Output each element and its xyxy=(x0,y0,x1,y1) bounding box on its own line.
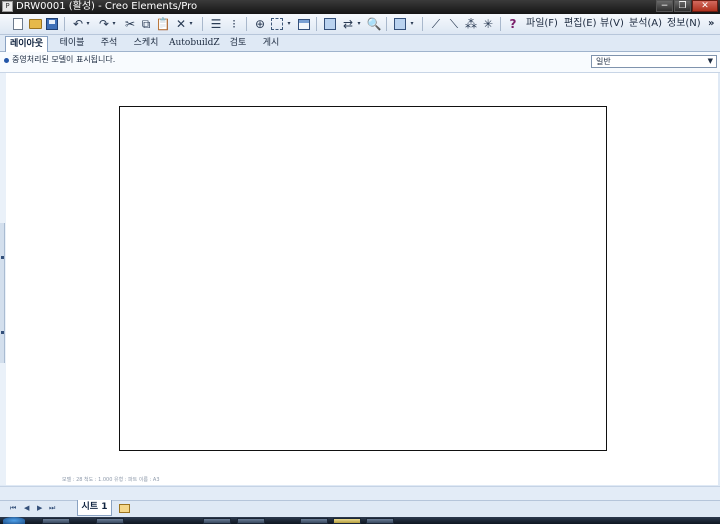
datum-csys-icon[interactable]: ✳ xyxy=(480,16,496,32)
title-bar: P DRW0001 (활성) - Creo Elements/Pro − ❐ ✕ xyxy=(0,0,720,14)
window-title: DRW0001 (활성) - Creo Elements/Pro xyxy=(16,1,198,12)
taskbar-button[interactable] xyxy=(203,518,231,524)
cut-icon[interactable]: ✂ xyxy=(122,16,138,32)
close-button[interactable]: ✕ xyxy=(692,0,718,12)
paste-icon[interactable]: 📋 xyxy=(155,16,171,32)
menu-view[interactable]: 뷰(V) xyxy=(600,14,624,34)
message-area: 중영처리된 모델이 표시됩니다. 일반 ▼ xyxy=(0,52,720,73)
tab-layout[interactable]: 레이아웃 xyxy=(5,36,48,52)
undo-dropdown-icon[interactable]: ▾ xyxy=(84,16,92,32)
delete-dropdown-icon[interactable]: ▾ xyxy=(187,16,195,32)
tab-table[interactable]: 테이블 xyxy=(54,36,90,51)
minimize-button[interactable]: − xyxy=(656,0,673,12)
filter-value: 일반 xyxy=(596,57,611,66)
layer-icon[interactable]: ☰ xyxy=(208,16,224,32)
chevron-down-icon: ▼ xyxy=(707,57,713,65)
help-icon[interactable]: ? xyxy=(505,16,521,32)
menu-info[interactable]: 정보(N) xyxy=(667,14,701,34)
window-icon[interactable] xyxy=(296,16,312,32)
main-toolbar: ↶ ▾ ↷ ▾ ✂ ⧉ 📋 ✕ ▾ ☰ ⁝ ⊕ ▾ ⇄ ▾ 🔍 ▾ ⟋ ⟍ ⁂ … xyxy=(0,14,720,35)
next-sheet-icon[interactable]: ▶ xyxy=(37,504,42,512)
first-sheet-icon[interactable]: ⏮ xyxy=(10,504,16,513)
selection-filter-dropdown[interactable]: 일반 ▼ xyxy=(591,55,717,68)
sheet-tab-bar: ⏮ ◀ ▶ ⏭ 시트 1 xyxy=(0,500,720,518)
tree-icon[interactable]: ⁝ xyxy=(226,16,242,32)
last-sheet-icon[interactable]: ⏭ xyxy=(49,504,55,513)
ribbon-tabs: 레이아웃 테이블 주석 스케치 AutobuildZ 검토 게시 xyxy=(0,35,720,52)
regenerate-icon[interactable] xyxy=(322,16,338,32)
restore-button[interactable]: ❐ xyxy=(674,0,691,12)
display-dropdown-icon[interactable]: ▾ xyxy=(408,16,416,32)
repaint-icon[interactable]: ⇄ xyxy=(340,16,356,32)
redo-dropdown-icon[interactable]: ▾ xyxy=(110,16,118,32)
os-taskbar xyxy=(0,517,720,524)
tab-sketch[interactable]: 스케치 xyxy=(128,36,164,51)
drawing-sheet-border xyxy=(119,106,607,451)
status-message: 중영처리된 모델이 표시됩니다. xyxy=(12,55,116,64)
open-icon[interactable] xyxy=(27,16,43,32)
save-icon[interactable] xyxy=(44,16,60,32)
message-bullet-icon xyxy=(4,58,9,63)
menu-file[interactable]: 파일(F) xyxy=(526,14,558,34)
repaint-dropdown-icon[interactable]: ▾ xyxy=(355,16,363,32)
drawing-canvas[interactable] xyxy=(6,73,718,485)
navigator-sash[interactable] xyxy=(0,223,5,308)
previous-sheet-icon[interactable]: ◀ xyxy=(24,504,29,512)
start-button[interactable] xyxy=(3,517,25,524)
taskbar-button[interactable] xyxy=(42,518,70,524)
tab-annotate[interactable]: 주석 xyxy=(95,36,123,51)
new-sheet-icon[interactable] xyxy=(119,504,130,513)
select-dropdown-icon[interactable]: ▾ xyxy=(285,16,293,32)
copy-icon[interactable]: ⧉ xyxy=(138,16,154,32)
sash-grip-icon xyxy=(1,331,4,334)
datum-axis-icon[interactable]: ⟍ xyxy=(446,16,462,32)
taskbar-button[interactable] xyxy=(366,518,394,524)
display-style-icon[interactable] xyxy=(392,16,408,32)
sheet-tab-1[interactable]: 시트 1 xyxy=(77,500,112,516)
horizontal-scroll-area xyxy=(0,486,720,501)
datum-plane-icon[interactable]: ⟋ xyxy=(428,16,444,32)
zoom-icon[interactable]: 🔍 xyxy=(366,16,382,32)
find-icon[interactable]: ⊕ xyxy=(252,16,268,32)
taskbar-button-active[interactable] xyxy=(333,518,361,524)
tab-autobuildz[interactable]: AutobuildZ xyxy=(169,36,220,51)
new-icon[interactable] xyxy=(10,16,26,32)
menu-edit[interactable]: 편집(E) xyxy=(564,14,597,34)
taskbar-button[interactable] xyxy=(237,518,265,524)
datum-point-icon[interactable]: ⁂ xyxy=(463,16,479,32)
tab-publish[interactable]: 게시 xyxy=(258,36,284,51)
drawing-status-info: 모델 : 28 척도 : 1.000 유형 : 파트 이름 : A3 xyxy=(62,477,160,483)
tab-review[interactable]: 검토 xyxy=(225,36,251,51)
sash-grip-icon xyxy=(1,256,4,259)
select-box-icon[interactable] xyxy=(269,16,285,32)
app-icon: P xyxy=(2,1,13,12)
taskbar-button[interactable] xyxy=(300,518,328,524)
menu-more-button[interactable]: » xyxy=(708,14,714,34)
taskbar-button[interactable] xyxy=(96,518,124,524)
menu-analysis[interactable]: 분석(A) xyxy=(629,14,662,34)
